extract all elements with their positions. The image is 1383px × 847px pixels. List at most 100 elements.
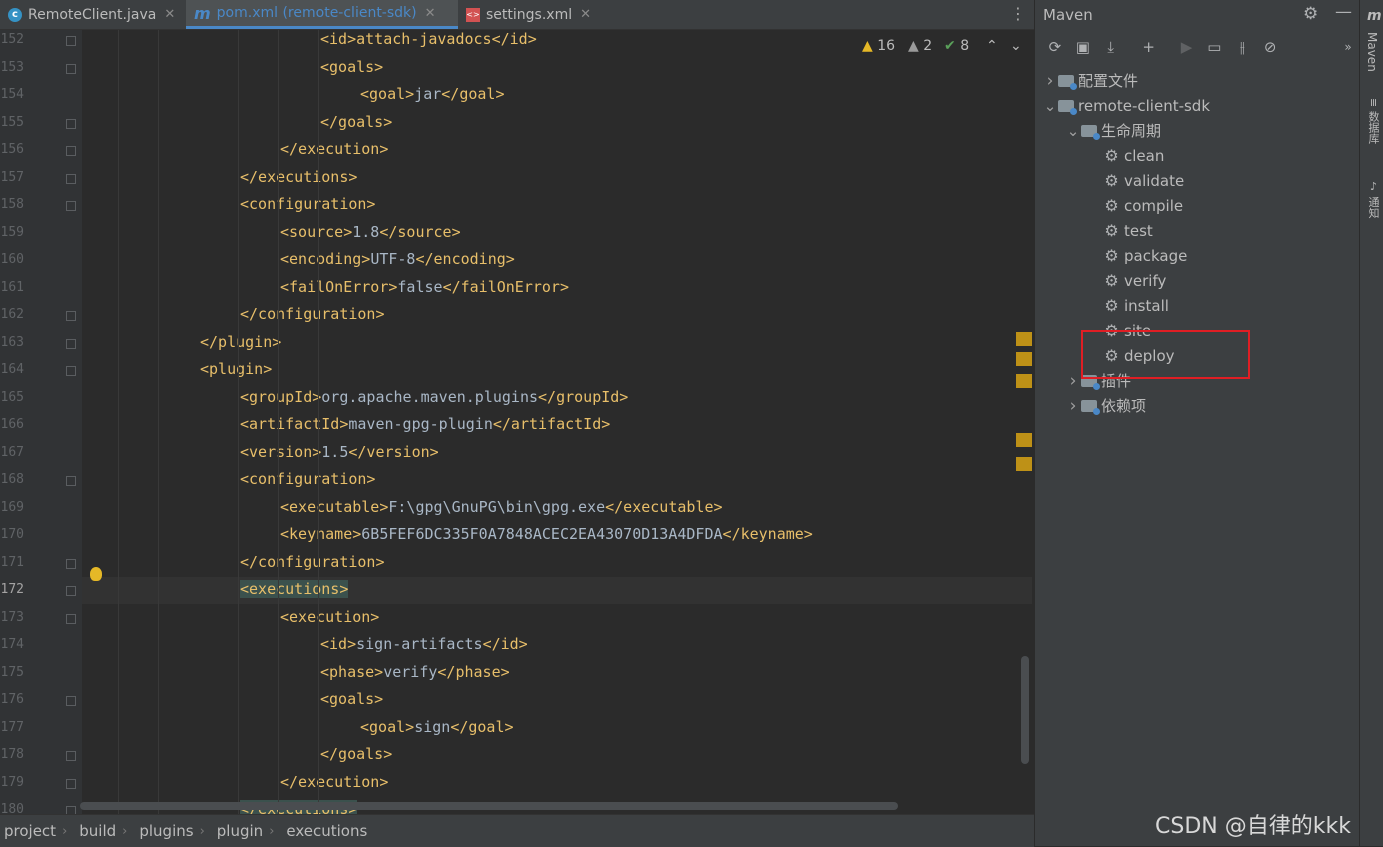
close-icon[interactable]: ✕: [425, 6, 436, 21]
fold-marker-icon[interactable]: [66, 806, 76, 814]
next-highlight-icon[interactable]: ⌄: [1010, 38, 1022, 54]
toggle-offline-icon[interactable]: ⫲: [1230, 35, 1254, 59]
code-line[interactable]: <executable>F:\gpg\GnuPG\bin\gpg.exe</ex…: [280, 498, 723, 516]
maven-tree-node[interactable]: ⚙ test: [1089, 218, 1152, 243]
download-sources-icon[interactable]: ⤓: [1099, 35, 1123, 59]
side-tab-database[interactable]: ≡ 数据库: [1365, 98, 1381, 144]
breadcrumb-build[interactable]: build: [75, 822, 122, 840]
inspection-warnings[interactable]: ▲ 16: [862, 38, 895, 54]
fold-marker-icon[interactable]: [66, 696, 76, 706]
code-line[interactable]: <goals>: [320, 690, 383, 708]
error-stripe-marker[interactable]: [1016, 352, 1032, 366]
fold-marker-icon[interactable]: [66, 613, 76, 624]
code-line[interactable]: <execution>: [280, 608, 379, 626]
chevron-right-icon[interactable]: ›: [1066, 371, 1080, 391]
fold-marker-icon[interactable]: [66, 778, 76, 789]
maven-tree-node[interactable]: ⚙ verify: [1089, 268, 1166, 293]
code-line[interactable]: <failOnError>false</failOnError>: [280, 278, 569, 296]
error-stripe-marker[interactable]: [1016, 374, 1032, 388]
close-icon[interactable]: ✕: [164, 7, 175, 22]
code-line[interactable]: <goal>jar</goal>: [360, 85, 505, 103]
maven-tree-node[interactable]: ⚙ package: [1089, 243, 1187, 268]
maven-tree-node[interactable]: ⚙ compile: [1089, 193, 1183, 218]
code-line[interactable]: </configuration>: [240, 305, 385, 323]
minimize-icon[interactable]: —: [1335, 2, 1352, 22]
maven-tree-node[interactable]: ⚙ install: [1089, 293, 1169, 318]
settings-gear-icon[interactable]: ⚙: [1303, 4, 1318, 24]
execute-goal-icon[interactable]: ▭: [1202, 35, 1226, 59]
fold-marker-icon[interactable]: [66, 338, 76, 349]
breadcrumb-plugin[interactable]: plugin: [213, 822, 269, 840]
fold-marker-icon[interactable]: [66, 118, 76, 129]
maven-tree-node[interactable]: › 依赖项: [1066, 393, 1146, 418]
maven-tree-node[interactable]: ⌄ remote-client-sdk: [1043, 93, 1210, 118]
error-stripe-marker[interactable]: [1016, 457, 1032, 471]
code-line[interactable]: <encoding>UTF-8</encoding>: [280, 250, 515, 268]
horizontal-scrollbar[interactable]: [80, 802, 898, 810]
skip-tests-icon[interactable]: ⊘: [1258, 35, 1282, 59]
code-line[interactable]: <goal>sign</goal>: [360, 718, 514, 736]
fold-marker-icon[interactable]: [66, 476, 76, 486]
error-stripe-marker[interactable]: [1016, 433, 1032, 447]
fold-marker-icon[interactable]: [66, 751, 76, 761]
inspection-weak-warnings[interactable]: ▲ 2: [908, 38, 932, 54]
code-line[interactable]: <groupId>org.apache.maven.plugins</group…: [240, 388, 628, 406]
code-line[interactable]: </executions>: [240, 168, 357, 186]
code-line[interactable]: <source>1.8</source>: [280, 223, 461, 241]
code-line[interactable]: </goals>: [320, 113, 392, 131]
side-tab-maven[interactable]: Maven: [1365, 32, 1379, 72]
error-stripe-marker[interactable]: [1016, 332, 1032, 346]
code-line[interactable]: <id>sign-artifacts</id>: [320, 635, 528, 653]
fold-marker-icon[interactable]: [66, 558, 76, 569]
fold-marker-icon[interactable]: [66, 173, 76, 184]
code-line[interactable]: <goals>: [320, 58, 383, 76]
maven-tree-node[interactable]: ⌄ 生命周期: [1066, 118, 1161, 143]
code-line[interactable]: <keyname>6B5FEF6DC335F0A7848ACEC2EA43070…: [280, 525, 813, 543]
fold-marker-icon[interactable]: [66, 146, 76, 156]
close-icon[interactable]: ✕: [580, 7, 591, 22]
chevron-down-icon[interactable]: ⌄: [1043, 97, 1057, 115]
code-line[interactable]: <phase>verify</phase>: [320, 663, 510, 681]
tab-remoteclient-java[interactable]: c RemoteClient.java ✕: [0, 0, 186, 29]
code-line[interactable]: </configuration>: [240, 553, 385, 571]
code-line[interactable]: <version>1.5</version>: [240, 443, 439, 461]
fold-marker-icon[interactable]: [66, 201, 76, 211]
add-icon[interactable]: +: [1137, 35, 1161, 59]
run-icon[interactable]: ▶: [1175, 35, 1199, 59]
chevron-right-icon[interactable]: ›: [1043, 71, 1057, 91]
code-line[interactable]: <executions>: [240, 580, 349, 598]
tab-pom-xml[interactable]: m pom.xml (remote-client-sdk) ✕: [186, 0, 458, 29]
fold-marker-icon[interactable]: [66, 36, 76, 46]
code-line[interactable]: <configuration>: [240, 195, 375, 213]
code-line[interactable]: <artifactId>maven-gpg-plugin</artifactId…: [240, 415, 610, 433]
breadcrumb-project[interactable]: project: [0, 822, 62, 840]
fold-marker-icon[interactable]: [66, 366, 76, 376]
reload-icon[interactable]: ⟳: [1043, 35, 1067, 59]
maven-tree-node[interactable]: ⚙ clean: [1089, 143, 1164, 168]
fold-marker-icon[interactable]: [66, 63, 76, 74]
maven-tree-node[interactable]: › 配置文件: [1043, 68, 1138, 93]
chevron-down-icon[interactable]: ⌄: [1066, 122, 1080, 140]
code-line[interactable]: </plugin>: [200, 333, 281, 351]
code-line[interactable]: <id>attach-javadocs</id>: [320, 30, 537, 48]
code-editor[interactable]: 152 <id>attach-javadocs</id> 153 <goals> 154…: [0, 30, 1034, 814]
side-tab-notifications[interactable]: ♪ 通知: [1365, 180, 1381, 219]
inspection-typos[interactable]: ✔ 8: [944, 38, 969, 54]
fold-marker-icon[interactable]: [66, 586, 76, 596]
lightbulb-icon[interactable]: [90, 567, 102, 581]
fold-marker-icon[interactable]: [66, 311, 76, 321]
vertical-scrollbar[interactable]: [1021, 656, 1029, 764]
tab-settings-xml[interactable]: <> settings.xml ✕: [458, 0, 608, 29]
maven-tree-node[interactable]: ⚙ validate: [1089, 168, 1184, 193]
code-line[interactable]: </goals>: [320, 745, 392, 763]
more-actions-icon[interactable]: »: [1336, 35, 1360, 59]
more-tabs-icon[interactable]: ⋮: [1010, 4, 1026, 23]
code-line[interactable]: <configuration>: [240, 470, 375, 488]
add-project-icon[interactable]: ▣: [1071, 35, 1095, 59]
code-line[interactable]: </execution>: [280, 140, 388, 158]
chevron-right-icon[interactable]: ›: [1066, 396, 1080, 416]
code-line[interactable]: <plugin>: [200, 360, 272, 378]
breadcrumb-plugins[interactable]: plugins: [135, 822, 199, 840]
breadcrumb-executions[interactable]: executions: [282, 822, 373, 840]
code-line[interactable]: </execution>: [280, 773, 388, 791]
